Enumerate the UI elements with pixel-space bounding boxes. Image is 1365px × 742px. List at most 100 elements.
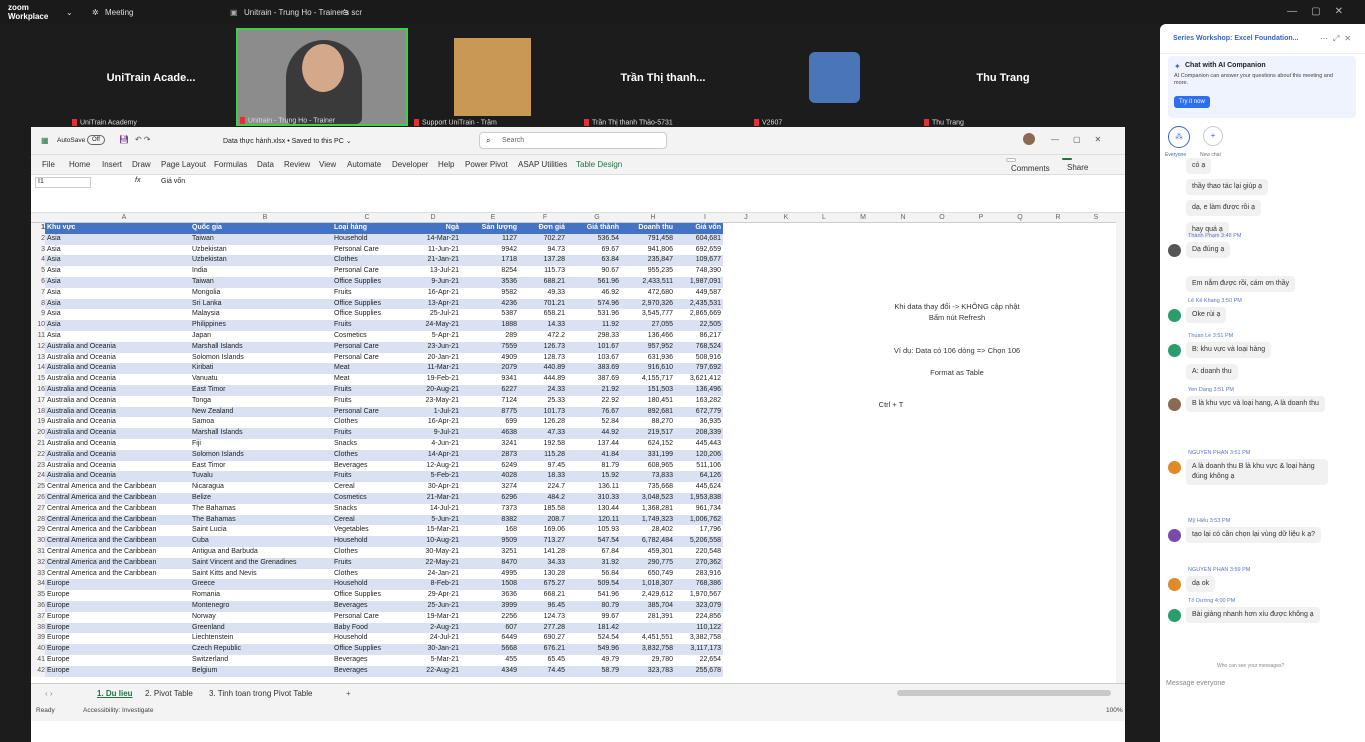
table-row[interactable]: 8 Asia Sri Lanka Office Supplies 13-Apr-21 42… (31, 298, 723, 310)
table-cell[interactable]: 631,936 (621, 353, 673, 364)
table-cell[interactable]: 4909 (461, 353, 517, 364)
table-cell[interactable]: 130.28 (519, 569, 565, 580)
row-number[interactable]: 36 (31, 601, 45, 612)
table-row[interactable]: 9 Asia Malaysia Office Supplies 25-Jul-21 538… (31, 309, 723, 321)
table-cell[interactable]: 472,680 (621, 288, 673, 299)
table-cell[interactable]: 4,451,551 (621, 633, 673, 644)
table-row[interactable]: 23 Australia and Oceania East Timor Beverag… (31, 460, 723, 472)
table-cell[interactable]: Household (334, 633, 398, 644)
table-cell[interactable]: 128.73 (519, 353, 565, 364)
table-cell[interactable]: Meat (334, 363, 398, 374)
video-tile[interactable]: UniTrain Acade... UniTrain Academy (66, 28, 236, 126)
table-cell[interactable]: 30-May-21 (399, 547, 459, 558)
table-cell[interactable]: Uzbekistan (192, 245, 317, 256)
table-cell[interactable]: 22,654 (676, 655, 721, 666)
table-cell[interactable]: 3241 (461, 439, 517, 450)
name-box[interactable]: I1 (35, 177, 91, 188)
table-cell[interactable]: 3636 (461, 590, 517, 601)
table-cell[interactable]: 20-Jan-21 (399, 353, 459, 364)
table-cell[interactable]: Europe (47, 666, 177, 677)
table-cell[interactable]: Cuba (192, 536, 317, 547)
table-cell[interactable]: Fruits (334, 428, 398, 439)
table-cell[interactable]: 7373 (461, 504, 517, 515)
table-cell[interactable]: 24-Jul-21 (399, 633, 459, 644)
table-cell[interactable]: Household (334, 234, 398, 245)
table-cell[interactable]: 181.42 (567, 623, 619, 634)
table-cell[interactable]: 690.27 (519, 633, 565, 644)
avatar[interactable] (1168, 309, 1181, 322)
table-cell[interactable]: Australia and Oceania (47, 342, 177, 353)
row-number[interactable]: 42 (31, 665, 45, 677)
table-cell[interactable]: 955,235 (621, 266, 673, 277)
row-number[interactable]: 35 (31, 590, 45, 601)
table-cell[interactable]: 3,048,523 (621, 493, 673, 504)
table-cell[interactable]: 105.93 (567, 525, 619, 536)
table-cell[interactable]: Saint Kitts and Nevis (192, 569, 317, 580)
table-cell[interactable]: 76.67 (567, 407, 619, 418)
table-cell[interactable]: 2873 (461, 450, 517, 461)
row-number[interactable]: 6 (31, 277, 45, 288)
table-cell[interactable]: 2,970,326 (621, 299, 673, 310)
table-cell[interactable]: Mongolia (192, 288, 317, 299)
table-cell[interactable]: 5-Jun-21 (399, 515, 459, 526)
table-cell[interactable]: 17,796 (676, 525, 721, 536)
table-cell[interactable]: 65.45 (519, 655, 565, 666)
table-cell[interactable]: 47.33 (519, 428, 565, 439)
table-cell[interactable]: Asia (47, 309, 177, 320)
avatar[interactable] (1168, 578, 1181, 591)
video-tile[interactable]: V2607 (748, 28, 918, 126)
table-cell[interactable]: 701.21 (519, 299, 565, 310)
table-cell[interactable]: 69.67 (567, 245, 619, 256)
table-cell[interactable]: 22-Aug-21 (399, 666, 459, 677)
row-number[interactable]: 16 (31, 385, 45, 396)
row-number[interactable]: 41 (31, 655, 45, 666)
table-row[interactable]: 3 Asia Uzbekistan Personal Care 11-Jun-21 994… (31, 244, 723, 256)
table-cell[interactable]: 120,206 (676, 450, 721, 461)
table-cell[interactable]: 5668 (461, 644, 517, 655)
table-cell[interactable]: Australia and Oceania (47, 363, 177, 374)
row-number[interactable]: 9 (31, 309, 45, 321)
column-header[interactable]: F (540, 214, 550, 221)
table-cell[interactable]: 2,865,669 (676, 309, 721, 320)
table-cell[interactable]: 6,782,484 (621, 536, 673, 547)
row-number[interactable]: 12 (31, 341, 45, 353)
table-cell[interactable]: 547.54 (567, 536, 619, 547)
table-cell[interactable]: 6296 (461, 493, 517, 504)
who-can-see[interactable]: Who can see your messages? (1217, 663, 1284, 669)
table-cell[interactable]: 22.92 (567, 396, 619, 407)
table-cell[interactable]: Fiji (192, 439, 317, 450)
row-number[interactable]: 40 (31, 644, 45, 655)
table-cell[interactable]: 88,270 (621, 417, 673, 428)
table-row[interactable]: 19 Australia and Oceania Samoa Clothes 16-Ap… (31, 417, 723, 429)
table-cell[interactable]: 310.33 (567, 493, 619, 504)
horizontal-scrollbar[interactable] (897, 690, 1111, 696)
table-cell[interactable]: 735,668 (621, 482, 673, 493)
table-row[interactable]: 6 Asia Taiwan Office Supplies 9-Jun-21 3536 68… (31, 277, 723, 288)
table-cell[interactable]: 323,783 (621, 666, 673, 677)
chevron-down-icon[interactable]: ⌄ (66, 8, 73, 17)
table-cell[interactable]: Tuvalu (192, 471, 317, 482)
table-cell[interactable]: Australia and Oceania (47, 461, 177, 472)
table-cell[interactable]: 192.58 (519, 439, 565, 450)
column-header[interactable]: P (976, 214, 986, 221)
table-cell[interactable]: 385,704 (621, 601, 673, 612)
row-number[interactable]: 10 (31, 320, 45, 331)
table-cell[interactable]: Snacks (334, 504, 398, 515)
table-cell[interactable]: 63.84 (567, 255, 619, 266)
table-cell[interactable]: 331,199 (621, 450, 673, 461)
table-cell[interactable]: Australia and Oceania (47, 385, 177, 396)
table-cell[interactable]: 24.33 (519, 385, 565, 396)
table-cell[interactable]: The Bahamas (192, 515, 317, 526)
table-cell[interactable]: 29-Apr-21 (399, 590, 459, 601)
table-cell[interactable]: Beverages (334, 601, 398, 612)
row-number[interactable]: 22 (31, 449, 45, 461)
table-cell[interactable]: 4349 (461, 666, 517, 677)
row-number[interactable]: 11 (31, 331, 45, 342)
table-cell[interactable]: 4638 (461, 428, 517, 439)
menu-developer[interactable]: Developer (392, 160, 428, 169)
table-cell[interactable]: Australia and Oceania (47, 396, 177, 407)
table-cell[interactable]: Australia and Oceania (47, 353, 177, 364)
row-number[interactable]: 8 (31, 298, 45, 310)
table-cell[interactable]: Fruits (334, 320, 398, 331)
table-cell[interactable]: 549.96 (567, 644, 619, 655)
